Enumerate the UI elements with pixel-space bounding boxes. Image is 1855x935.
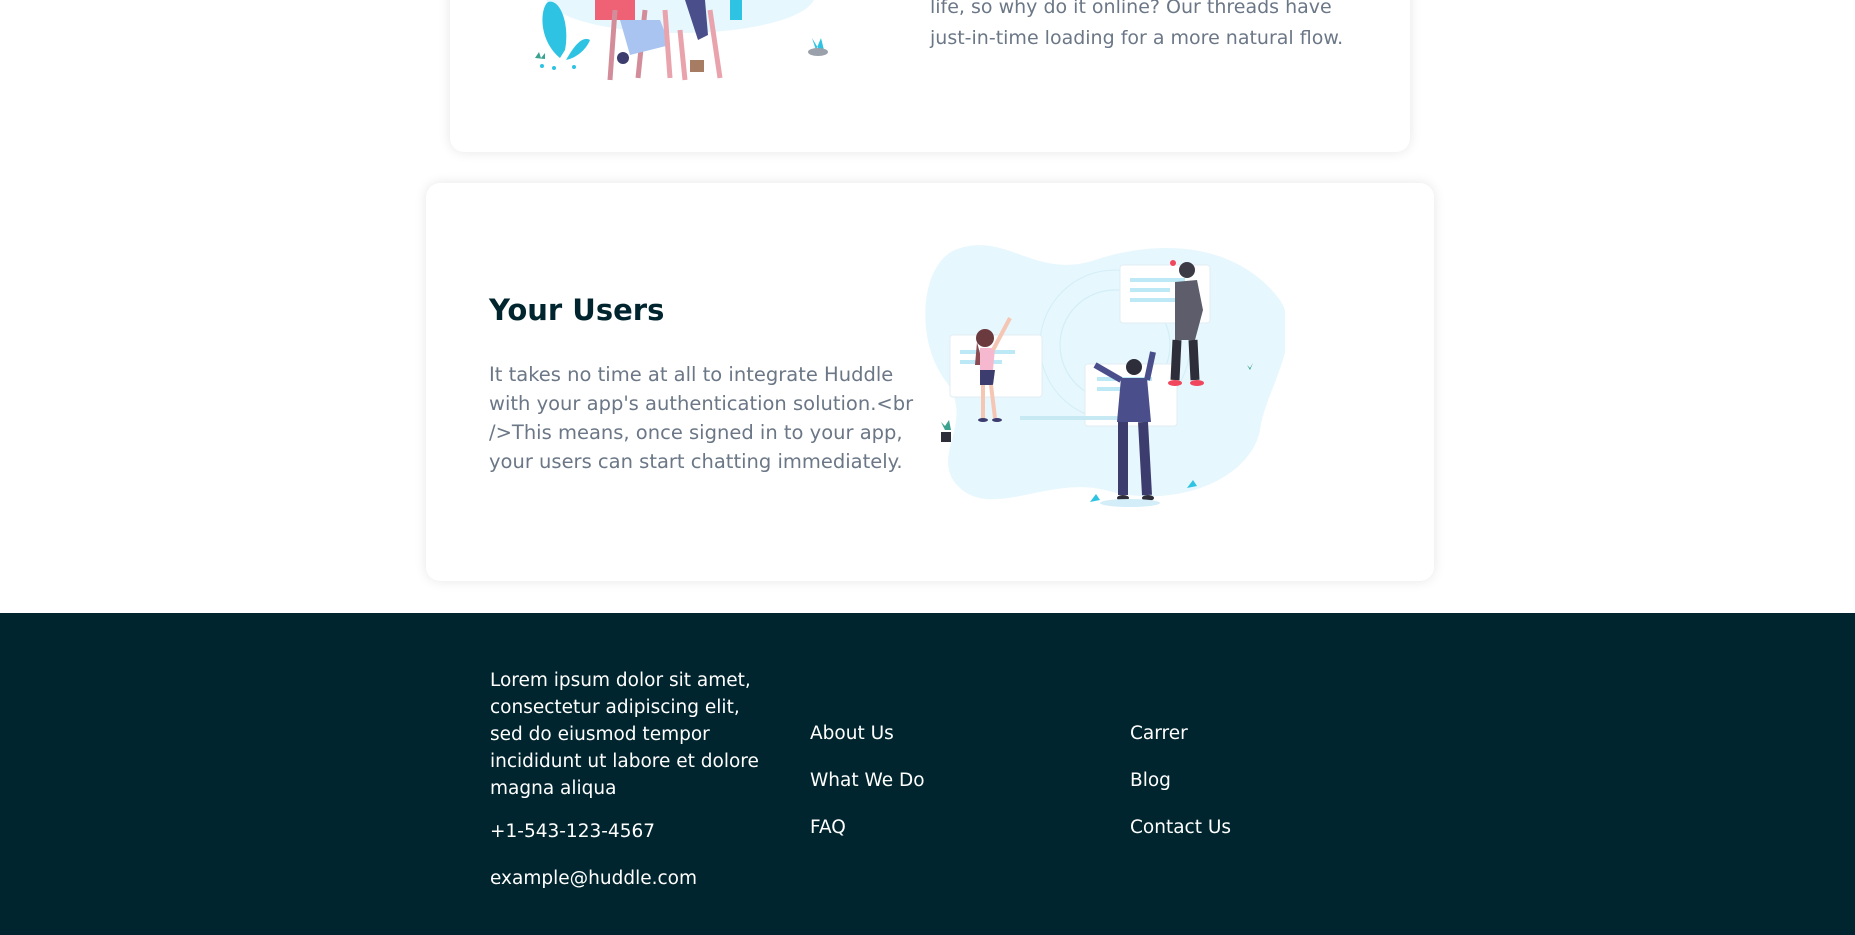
feature-description-partial: life, so why do it online? Our threads h…	[930, 0, 1344, 49]
footer-link-what-we-do[interactable]: What We Do	[810, 770, 925, 817]
footer-links-col1: About Us What We Do FAQ	[810, 723, 925, 864]
users-chatting-illustration	[925, 245, 1285, 507]
footer-link-faq[interactable]: FAQ	[810, 817, 925, 864]
people-sitting-illustration	[535, 0, 828, 81]
footer-link-contact-us[interactable]: Contact Us	[1130, 817, 1231, 864]
footer-link-career[interactable]: Carrer	[1130, 723, 1231, 770]
footer-links-col2: Carrer Blog Contact Us	[1130, 723, 1231, 864]
footer-email[interactable]: example@huddle.com	[490, 868, 697, 889]
footer-about-text: Lorem ipsum dolor sit amet, consectetur …	[490, 670, 759, 799]
section-title: Your Users	[489, 293, 665, 327]
footer-phone[interactable]: +1-543-123-4567	[490, 821, 655, 842]
footer-link-about-us[interactable]: About Us	[810, 723, 925, 770]
site-footer: Lorem ipsum dolor sit amet, consectetur …	[0, 613, 1855, 935]
page: life, so why do it online? Our threads h…	[0, 0, 1855, 935]
footer-link-blog[interactable]: Blog	[1130, 770, 1231, 817]
section-description: It takes no time at all to integrate Hud…	[489, 363, 914, 473]
